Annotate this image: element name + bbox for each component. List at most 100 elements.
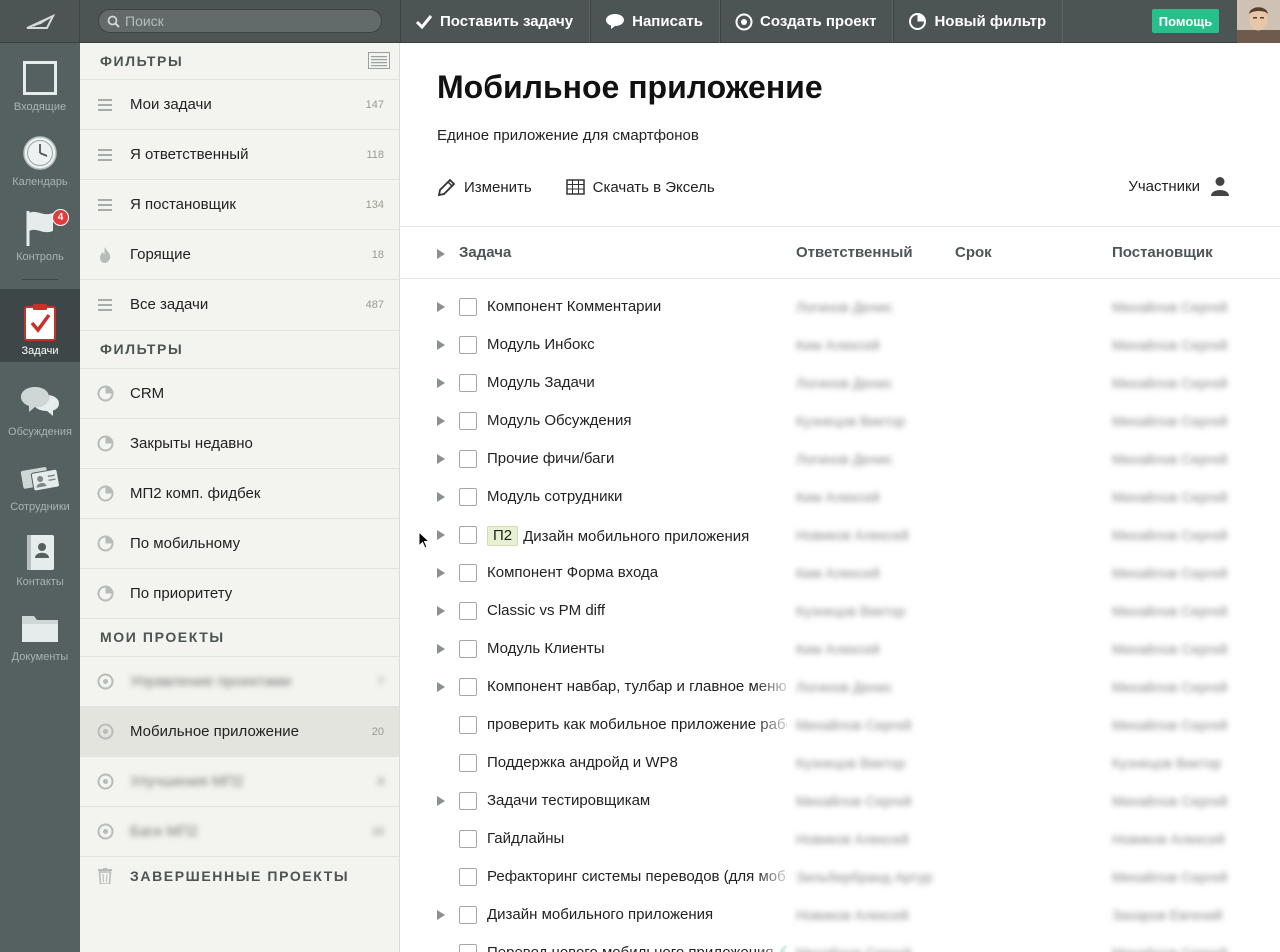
project-item-active[interactable]: Мобильное приложение 20 <box>80 706 399 756</box>
nav-tasks[interactable]: Задачи <box>0 289 80 362</box>
task-checkbox[interactable] <box>459 754 477 772</box>
task-responsible[interactable]: Михайлов Сергей <box>796 793 911 809</box>
task-name[interactable]: Модуль Клиенты <box>487 640 787 657</box>
column-author[interactable]: Постановщик <box>1112 244 1213 261</box>
task-checkbox[interactable] <box>459 602 477 620</box>
filter-i-author[interactable]: Я постановщик 134 <box>80 179 399 229</box>
task-author[interactable]: Кузнецов Виктор <box>1112 755 1221 771</box>
nav-inbox[interactable]: Входящие <box>0 47 80 122</box>
task-author[interactable]: Михайлов Сергей <box>1112 565 1227 581</box>
members-button[interactable]: Участники <box>1128 176 1230 196</box>
filter-my-tasks[interactable]: Мои задачи 147 <box>80 79 399 129</box>
table-row[interactable]: Перевод нового мобильного приложения6 Мих… <box>400 934 1280 952</box>
task-name[interactable]: Модуль Инбокс <box>487 336 787 353</box>
expand-triangle-icon[interactable] <box>437 416 445 426</box>
task-author[interactable]: Михайлов Сергей <box>1112 413 1227 429</box>
task-name[interactable]: Модуль Обсуждения <box>487 412 787 429</box>
task-author[interactable]: Новиков Алексей <box>1112 831 1225 847</box>
table-row[interactable]: Прочие фичи/баги Логинов Денис Михайлов Се… <box>400 440 1280 478</box>
table-row[interactable]: проверить как мобильное приложение работ… <box>400 706 1280 744</box>
table-row[interactable]: Модуль Инбокс Ким Алексей Михайлов Сергей <box>400 326 1280 364</box>
filter-mp2-feedback[interactable]: МП2 комп. фидбек <box>80 468 399 518</box>
task-responsible[interactable]: Новиков Алексей <box>796 907 909 923</box>
task-author[interactable]: Михайлов Сергей <box>1112 603 1227 619</box>
task-name[interactable]: Перевод нового мобильного приложения6 <box>487 944 787 952</box>
task-checkbox[interactable] <box>459 298 477 316</box>
nav-control[interactable]: 4 Контроль <box>0 197 80 272</box>
task-checkbox[interactable] <box>459 412 477 430</box>
expand-triangle-icon[interactable] <box>437 302 445 312</box>
table-row[interactable]: Дизайн мобильного приложения Новиков Алек… <box>400 896 1280 934</box>
write-button[interactable]: Написать <box>590 0 721 43</box>
task-checkbox[interactable] <box>459 488 477 506</box>
expand-triangle-icon[interactable] <box>437 606 445 616</box>
task-checkbox[interactable] <box>459 716 477 734</box>
task-responsible[interactable]: Кузнецов Виктор <box>796 755 905 771</box>
expand-triangle-icon[interactable] <box>437 682 445 692</box>
task-name[interactable]: П2 Дизайн мобильного приложения <box>487 526 787 546</box>
nav-contacts[interactable]: Контакты <box>0 522 80 597</box>
task-name[interactable]: Задачи тестировщикам <box>487 792 787 809</box>
expand-triangle-icon[interactable] <box>437 796 445 806</box>
expand-triangle-icon[interactable] <box>437 568 445 578</box>
nav-employees[interactable]: Сотрудники <box>0 447 80 522</box>
table-row[interactable]: Гайдлайны Новиков Алексей Новиков Алексей <box>400 820 1280 858</box>
filter-i-responsible[interactable]: Я ответственный 118 <box>80 129 399 179</box>
edit-button[interactable]: Изменить <box>437 178 532 197</box>
collapse-panel-button[interactable] <box>368 52 390 72</box>
expand-triangle-icon[interactable] <box>437 454 445 464</box>
table-row[interactable]: Компонент навбар, тулбар и главное меню Л… <box>400 668 1280 706</box>
task-responsible[interactable]: Логинов Денис <box>796 299 893 315</box>
app-logo[interactable] <box>0 0 80 43</box>
task-responsible[interactable]: Зильбербранд Артур <box>796 869 933 885</box>
task-checkbox[interactable] <box>459 678 477 696</box>
task-responsible[interactable]: Ким Алексей <box>796 337 880 353</box>
table-row[interactable]: Компонент Форма входа Ким Алексей Михайлов… <box>400 554 1280 592</box>
finished-projects-header[interactable]: ЗАВЕРШЕННЫЕ ПРОЕКТЫ <box>80 856 399 894</box>
column-deadline[interactable]: Срок <box>955 244 992 261</box>
task-name[interactable]: Модуль Задачи <box>487 374 787 391</box>
task-name[interactable]: Прочие фичи/баги <box>487 450 787 467</box>
task-checkbox[interactable] <box>459 450 477 468</box>
user-avatar[interactable] <box>1237 0 1280 43</box>
task-name[interactable]: Компонент Форма входа <box>487 564 787 581</box>
task-checkbox[interactable] <box>459 792 477 810</box>
project-item[interactable]: Управление проектами 7 <box>80 656 399 706</box>
task-checkbox[interactable] <box>459 944 477 952</box>
task-name[interactable]: Гайдлайны <box>487 830 787 847</box>
nav-calendar[interactable]: Календарь <box>0 122 80 197</box>
search-input[interactable] <box>125 13 365 29</box>
table-row[interactable]: Модуль Клиенты Ким Алексей Михайлов Сергей <box>400 630 1280 668</box>
task-author[interactable]: Михайлов Сергей <box>1112 337 1227 353</box>
create-project-button[interactable]: Создать проект <box>720 0 894 43</box>
task-responsible[interactable]: Новиков Алексей <box>796 527 909 543</box>
task-name[interactable]: Компонент навбар, тулбар и главное меню <box>487 678 787 695</box>
set-task-button[interactable]: Поставить задачу <box>400 0 591 43</box>
task-author[interactable]: Михайлов Сергей <box>1112 489 1227 505</box>
expand-triangle-icon[interactable] <box>437 340 445 350</box>
new-filter-button[interactable]: Новый фильтр <box>893 0 1064 43</box>
task-name[interactable]: Поддержка андройд и WP8 <box>487 754 787 771</box>
task-checkbox[interactable] <box>459 374 477 392</box>
filter-by-priority[interactable]: По приоритету <box>80 568 399 618</box>
task-responsible[interactable]: Ким Алексей <box>796 641 880 657</box>
task-checkbox[interactable] <box>459 868 477 886</box>
task-author[interactable]: Михайлов Сергей <box>1112 945 1227 952</box>
table-row[interactable]: Задачи тестировщикам Михайлов Сергей Михай… <box>400 782 1280 820</box>
task-checkbox[interactable] <box>459 906 477 924</box>
task-responsible[interactable]: Новиков Алексей <box>796 831 909 847</box>
help-button[interactable]: Помощь <box>1152 9 1219 33</box>
task-responsible[interactable]: Логинов Денис <box>796 375 893 391</box>
task-author[interactable]: Михайлов Сергей <box>1112 717 1227 733</box>
search-box[interactable] <box>98 9 382 33</box>
table-row[interactable]: Рефакторинг системы переводов (для мобил… <box>400 858 1280 896</box>
task-name[interactable]: Компонент Комментарии <box>487 298 787 315</box>
task-checkbox[interactable] <box>459 336 477 354</box>
table-row[interactable]: Classic vs PM diff Кузнецов Виктор Михайло… <box>400 592 1280 630</box>
column-task[interactable]: Задача <box>459 244 511 261</box>
table-row[interactable]: Модуль Обсуждения Кузнецов Виктор Михайлов… <box>400 402 1280 440</box>
task-checkbox[interactable] <box>459 830 477 848</box>
table-row[interactable]: Компонент Комментарии Логинов Денис Михайл… <box>400 288 1280 326</box>
table-row[interactable]: Модуль Задачи Логинов Денис Михайлов Серге… <box>400 364 1280 402</box>
nav-discussions[interactable]: Обсуждения <box>0 372 80 447</box>
